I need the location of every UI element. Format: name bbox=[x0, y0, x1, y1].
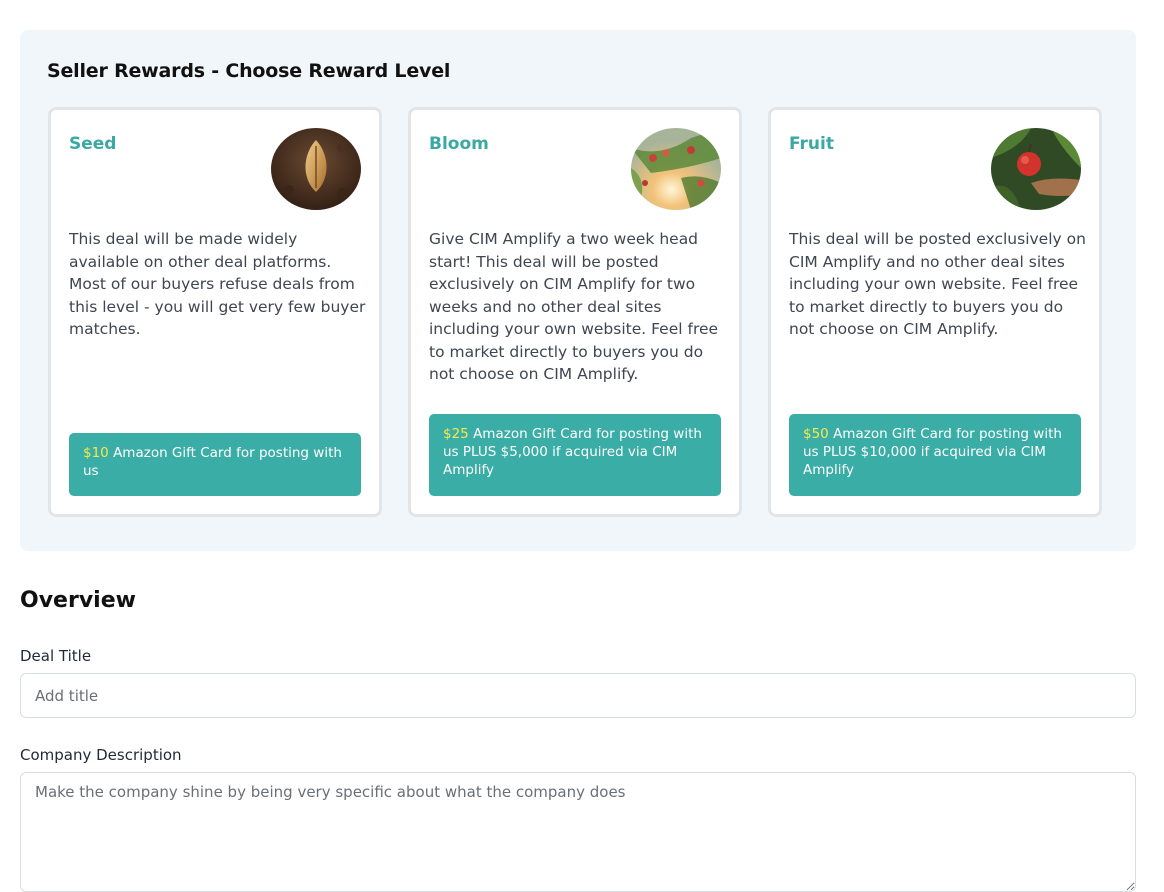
reward-amount: $25 bbox=[443, 426, 469, 442]
deal-title-input[interactable] bbox=[20, 673, 1136, 718]
company-description-label: Company Description bbox=[20, 746, 182, 764]
reward-amount: $10 bbox=[83, 445, 109, 461]
overview-heading: Overview bbox=[20, 588, 136, 613]
reward-amount: $50 bbox=[803, 426, 829, 442]
seed-image-icon bbox=[271, 128, 361, 210]
reward-card-seed[interactable]: Seed This deal will be made widely avail… bbox=[48, 107, 382, 517]
card-description: This deal will be posted exclusively on … bbox=[789, 230, 1086, 338]
reward-text: Amazon Gift Card for posting with us PLU… bbox=[803, 426, 1062, 478]
card-description: Give CIM Amplify a two week head start! … bbox=[429, 230, 719, 383]
bloom-image-icon bbox=[631, 128, 721, 210]
deal-title-label: Deal Title bbox=[20, 647, 92, 665]
seller-rewards-panel: Seller Rewards - Choose Reward Level See… bbox=[20, 30, 1136, 551]
company-description-textarea[interactable] bbox=[20, 772, 1136, 892]
rewards-title: Seller Rewards - Choose Reward Level bbox=[47, 60, 451, 82]
reward-box: $10 Amazon Gift Card for posting with us bbox=[69, 433, 361, 496]
reward-text: Amazon Gift Card for posting with us bbox=[83, 445, 342, 479]
card-title: Seed bbox=[69, 134, 117, 154]
card-description: This deal will be made widely available … bbox=[69, 230, 366, 338]
fruit-image-icon bbox=[991, 128, 1081, 210]
reward-text: Amazon Gift Card for posting with us PLU… bbox=[443, 426, 702, 478]
card-title: Bloom bbox=[429, 134, 489, 154]
reward-card-bloom[interactable]: Bloom Give CIM Amplify a two week head s… bbox=[408, 107, 742, 517]
reward-box: $50 Amazon Gift Card for posting with us… bbox=[789, 414, 1081, 496]
card-title: Fruit bbox=[789, 134, 834, 154]
reward-box: $25 Amazon Gift Card for posting with us… bbox=[429, 414, 721, 496]
reward-card-fruit[interactable]: Fruit This deal will be posted exclusive… bbox=[768, 107, 1102, 517]
